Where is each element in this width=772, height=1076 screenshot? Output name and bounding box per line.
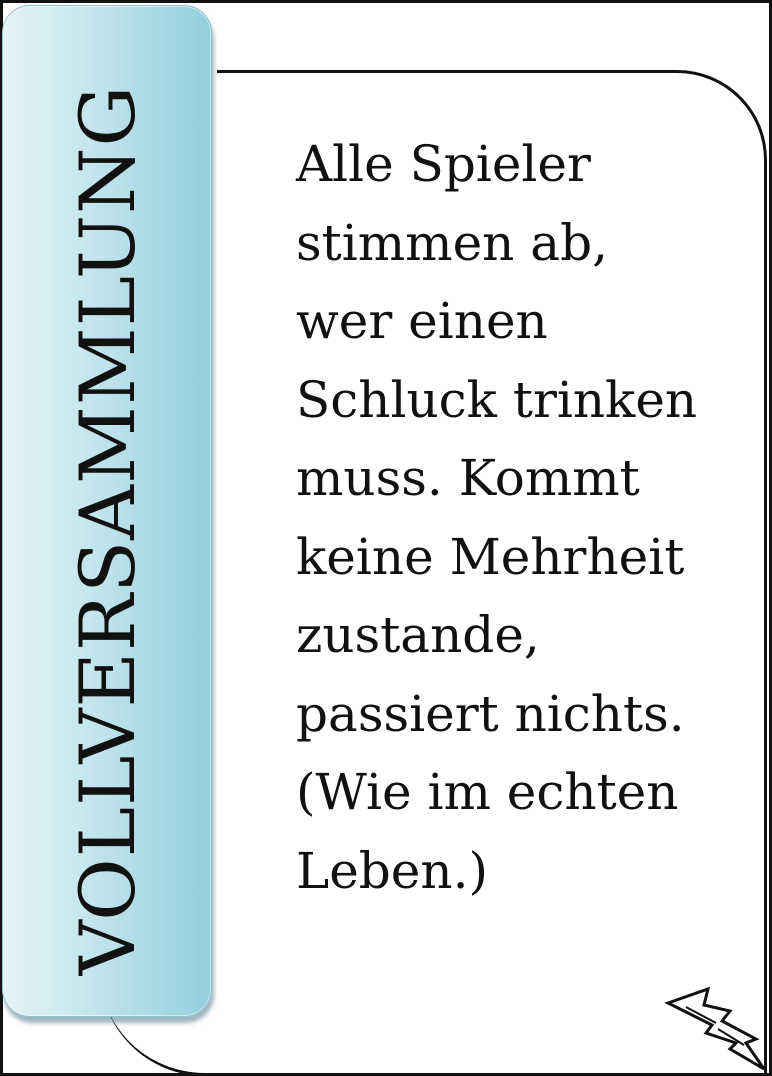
- lightning-bolt-icon: [664, 986, 766, 1071]
- rule-line: Schluck trinken: [296, 370, 698, 429]
- rule-line: wer einen: [296, 292, 548, 350]
- rule-line: Alle Spieler: [296, 135, 591, 193]
- card-title: VOLLVERSAMMLUNG: [63, 84, 152, 976]
- rule-line: Leben.): [296, 841, 488, 900]
- rule-line: zustande,: [296, 606, 540, 664]
- rule-line: stimmen ab,: [296, 213, 608, 272]
- rule-line: muss. Kommt: [296, 449, 640, 507]
- rule-text: Alle Spieler stimmen ab, wer einen Schlu…: [296, 125, 736, 910]
- rule-line: passiert nichts.: [296, 684, 685, 743]
- rule-line: keine Mehrheit: [296, 527, 685, 586]
- rule-line: (Wie im echten: [296, 763, 679, 821]
